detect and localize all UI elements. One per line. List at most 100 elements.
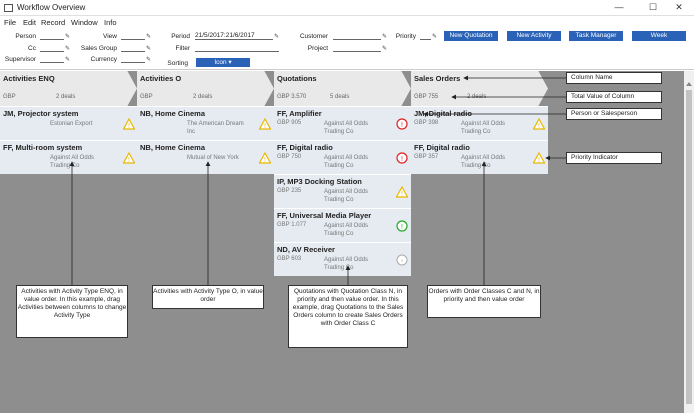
callout-enq: Activities with Activity Type ENQ, in va… <box>16 285 128 338</box>
menu-info[interactable]: Info <box>104 18 117 27</box>
callout-o: Activities with Activity Type O, in valu… <box>152 285 264 309</box>
scroll-thumb[interactable] <box>686 90 692 404</box>
card-title: JM, Projector system <box>3 109 79 118</box>
scroll-up-icon[interactable] <box>686 82 692 86</box>
pencil-icon[interactable]: ✎ <box>146 56 151 63</box>
stop-icon: ! <box>396 152 408 164</box>
pencil-icon[interactable]: ✎ <box>432 33 437 40</box>
card-amount: GBP 398 <box>414 120 439 126</box>
column-header-quotations: Quotations GBP 3.570 5 deals <box>274 71 411 106</box>
card-customer: Estonian Export <box>50 121 93 127</box>
warning-icon: ! <box>396 186 408 198</box>
pencil-icon[interactable]: ✎ <box>146 33 151 40</box>
column-header-o: Activities O GBP 2 deals <box>137 71 274 106</box>
view-field[interactable] <box>121 32 145 40</box>
window-icon <box>4 4 13 12</box>
svg-text:!: ! <box>264 123 266 130</box>
window-title: Workflow Overview <box>17 3 86 12</box>
card-customer: Against All Odds Trading Co <box>461 121 506 135</box>
card[interactable]: JM, Projector system Estonian Export ! <box>0 106 137 140</box>
svg-text:!: ! <box>128 123 130 130</box>
cc-field[interactable] <box>40 44 64 52</box>
column-count: 5 deals <box>330 94 350 100</box>
supervisor-label: Supervisor <box>4 56 36 63</box>
card-amount: GBP 905 <box>277 120 302 126</box>
sales-group-field[interactable] <box>121 44 145 52</box>
card-title: FF, Universal Media Player <box>277 211 372 220</box>
card-title: FF, Digital radio <box>414 143 470 152</box>
project-label: Project <box>307 45 328 52</box>
card-amount: GBP 1.077 <box>277 222 307 228</box>
card[interactable]: IP, MP3 Docking Station GBP 235 Against … <box>274 174 411 208</box>
card-title: JM, Digital radio <box>414 109 472 118</box>
pencil-icon[interactable]: ✎ <box>65 33 70 40</box>
column-total: GBP 755 <box>414 94 439 100</box>
card[interactable]: FF, Amplifier GBP 905 Against All Odds T… <box>274 106 411 140</box>
menu-edit[interactable]: Edit <box>23 18 36 27</box>
svg-text:›: › <box>401 259 403 265</box>
column-count: 2 deals <box>467 94 487 100</box>
pencil-icon[interactable]: ✎ <box>382 33 387 40</box>
card[interactable]: FF, Digital radio GBP 750 Against All Od… <box>274 140 411 174</box>
column-total: GBP 3.570 <box>277 94 307 100</box>
warning-icon: ! <box>123 118 135 130</box>
card-title: NB, Home Cinema <box>140 143 206 152</box>
sales-group-label: Sales Group <box>80 45 117 52</box>
pencil-icon[interactable]: ✎ <box>65 56 70 63</box>
menu-file[interactable]: File <box>4 18 16 27</box>
column-name: Sales Orders <box>414 74 461 83</box>
card[interactable]: FF, Digital radio GBP 357 Against All Od… <box>411 140 548 174</box>
svg-text:!: ! <box>401 156 403 163</box>
customer-field[interactable] <box>333 32 381 40</box>
warning-icon: ! <box>259 152 271 164</box>
person-field[interactable] <box>40 32 64 40</box>
close-button[interactable]: ✕ <box>664 0 694 16</box>
column-name: Quotations <box>277 74 317 83</box>
new-activity-button[interactable]: New Activity <box>507 31 561 41</box>
column-header-sales-orders: Sales Orders GBP 755 2 deals <box>411 71 548 106</box>
pencil-icon[interactable]: ✎ <box>274 33 279 40</box>
card-customer: Against All Odds Trading Co <box>324 155 369 169</box>
low-priority-icon: › <box>396 254 408 266</box>
menu-bar: File Edit Record Window Info <box>0 17 694 28</box>
currency-label: Currency <box>90 56 117 63</box>
column-header-enq: Activities ENQ GBP 2 deals <box>0 71 137 106</box>
pencil-icon[interactable]: ✎ <box>146 45 151 52</box>
card-customer: The American Dream Inc <box>187 121 244 135</box>
stop-icon: ! <box>396 118 408 130</box>
sorting-dropdown[interactable]: Icon ▾ <box>196 58 250 67</box>
card[interactable]: FF, Universal Media Player GBP 1.077 Aga… <box>274 208 411 242</box>
task-manager-button[interactable]: Task Manager <box>569 31 623 41</box>
annotation-total-value: Total Value of Column <box>566 91 662 103</box>
column-count: 2 deals <box>56 94 76 100</box>
svg-text:!: ! <box>264 157 266 164</box>
card-title: FF, Amplifier <box>277 109 322 118</box>
menu-window[interactable]: Window <box>71 18 98 27</box>
card[interactable]: NB, Home Cinema The American Dream Inc ! <box>137 106 274 140</box>
menu-record[interactable]: Record <box>41 18 65 27</box>
card-customer: Against All Odds Trading Co <box>324 223 369 237</box>
period-label: Period <box>171 33 190 40</box>
card-customer: Mutual of New York <box>187 155 239 161</box>
annotation-priority: Priority Indicator <box>566 152 662 164</box>
card[interactable]: JM, Digital radio GBP 398 Against All Od… <box>411 106 548 140</box>
customer-label: Customer <box>299 33 328 40</box>
sorting-value: Icon <box>214 59 227 66</box>
supervisor-field[interactable] <box>40 55 64 63</box>
minimize-button[interactable]: — <box>604 0 634 16</box>
card[interactable]: NB, Home Cinema Mutual of New York ! <box>137 140 274 174</box>
period-field[interactable]: 21/5/2017:21/6/2017 <box>195 32 273 40</box>
new-quotation-button[interactable]: New Quotation <box>444 31 498 41</box>
card-customer: Against All Odds Trading Co <box>324 121 369 135</box>
currency-field[interactable] <box>121 55 145 63</box>
week-button[interactable]: Week <box>632 31 686 41</box>
pencil-icon[interactable]: ✎ <box>382 45 387 52</box>
priority-field[interactable] <box>420 32 431 40</box>
filter-field[interactable] <box>195 44 279 52</box>
card[interactable]: ND, AV Receiver GBP 603 Against All Odds… <box>274 242 411 276</box>
column-total: GBP <box>140 94 153 100</box>
pencil-icon[interactable]: ✎ <box>65 45 70 52</box>
project-field[interactable] <box>333 44 381 52</box>
card[interactable]: FF, Multi-room system Against All Odds T… <box>0 140 137 174</box>
card-title: IP, MP3 Docking Station <box>277 177 362 186</box>
